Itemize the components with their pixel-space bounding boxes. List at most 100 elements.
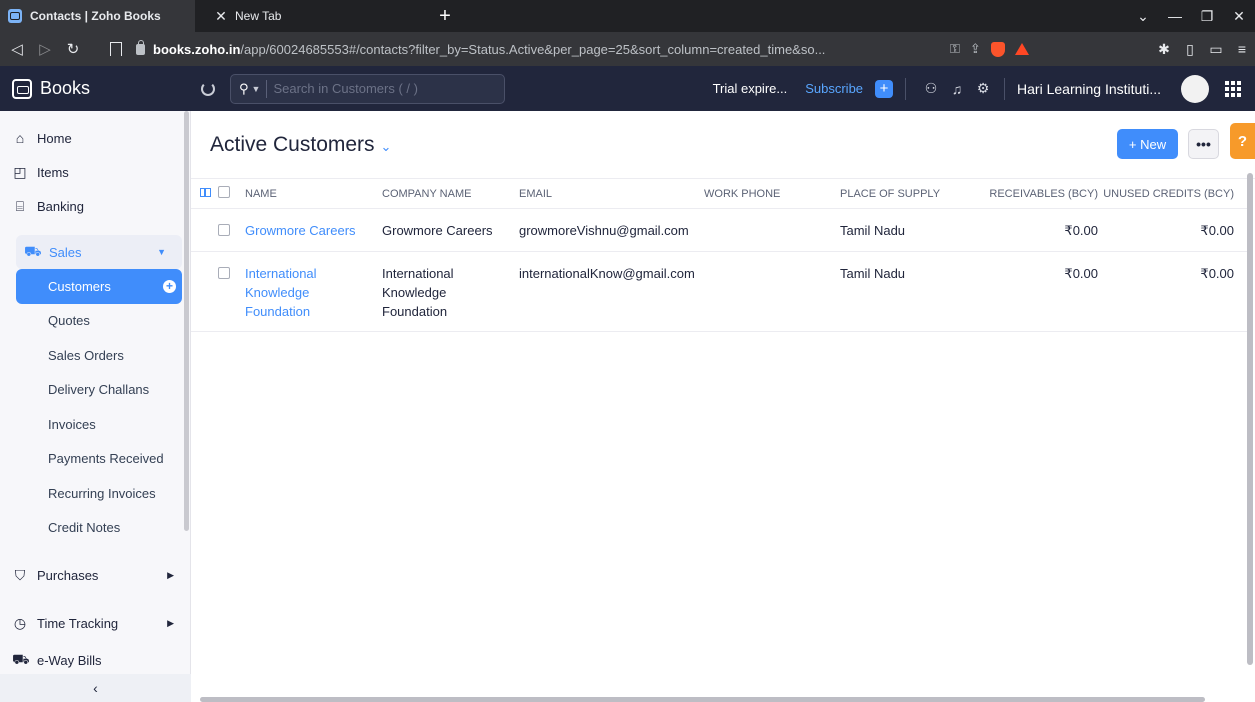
view-switcher-chevron-icon[interactable]: ⌄ bbox=[381, 139, 392, 155]
brave-rewards-icon[interactable] bbox=[1014, 43, 1029, 55]
tab-search-chevron-icon[interactable]: ⌄ bbox=[1127, 8, 1159, 25]
sidebar-item-quotes[interactable]: Quotes bbox=[0, 304, 190, 339]
column-header-company[interactable]: COMPANY NAME bbox=[382, 188, 519, 200]
column-settings-cell bbox=[191, 187, 218, 200]
column-header-name[interactable]: NAME bbox=[245, 188, 382, 200]
help-button[interactable]: ? bbox=[1230, 123, 1255, 159]
table-row[interactable]: International Knowledge Foundation Inter… bbox=[191, 252, 1247, 332]
avatar[interactable] bbox=[1181, 74, 1209, 103]
column-header-work-phone[interactable]: WORK PHONE bbox=[704, 188, 840, 200]
browser-toolbar: ◁ ▷ ↻ books.zoho.in /app/60024685553#/co… bbox=[0, 32, 1255, 66]
row-checkbox[interactable] bbox=[218, 267, 230, 279]
new-customer-button[interactable]: + New bbox=[1117, 129, 1178, 159]
sidebar-item-label: Home bbox=[37, 130, 72, 146]
extensions-icon[interactable]: ✱ bbox=[1151, 41, 1177, 58]
brave-shields-icon[interactable] bbox=[990, 41, 1005, 57]
clock-icon: ◷ bbox=[13, 614, 27, 631]
sidebar-item-banking[interactable]: ⌸ Banking bbox=[0, 189, 190, 223]
tab-title: Contacts | Zoho Books bbox=[30, 9, 161, 23]
row-checkbox[interactable] bbox=[218, 224, 230, 236]
column-header-place-of-supply[interactable]: PLACE OF SUPPLY bbox=[840, 188, 977, 200]
customer-name-link[interactable]: Growmore Careers bbox=[245, 221, 382, 240]
sidebar-item-time-tracking[interactable]: ◷ Time Tracking ▶ bbox=[0, 603, 190, 643]
sidebar-item-sales-orders[interactable]: Sales Orders bbox=[0, 338, 190, 373]
search-icon[interactable]: ⚲ bbox=[239, 81, 249, 97]
collapse-sidebar-button[interactable]: ‹ bbox=[0, 674, 191, 702]
add-customer-icon[interactable]: + bbox=[163, 279, 176, 293]
select-all-cell bbox=[218, 186, 245, 201]
sidebar-item-sales[interactable]: ⛟ Sales ▼ bbox=[16, 235, 182, 269]
address-bar[interactable]: books.zoho.in /app/60024685553#/contacts… bbox=[136, 36, 940, 62]
bookmark-icon[interactable] bbox=[110, 42, 122, 56]
column-header-email[interactable]: EMAIL bbox=[519, 188, 704, 200]
company-name: Growmore Careers bbox=[382, 223, 493, 238]
app-header: Books ⚲ ▼ Trial expire... Subscribe + ⚇ … bbox=[0, 66, 1255, 111]
column-header-receivables[interactable]: RECEIVABLES (BCY) bbox=[977, 188, 1098, 200]
sidebar-item-items[interactable]: ◰ Items bbox=[0, 155, 190, 189]
more-options-button[interactable]: ••• bbox=[1188, 129, 1219, 159]
sidebar-item-label: Purchases bbox=[37, 567, 99, 583]
sidebar-item-recurring-invoices[interactable]: Recurring Invoices bbox=[0, 476, 190, 511]
new-tab-button[interactable]: + bbox=[430, 0, 460, 32]
sidebar-item-invoices[interactable]: Invoices bbox=[0, 407, 190, 442]
close-tab-icon[interactable]: ✕ bbox=[207, 8, 235, 25]
app-grid-icon[interactable] bbox=[1225, 80, 1241, 97]
browser-tab-contacts[interactable]: Contacts | Zoho Books bbox=[0, 0, 195, 32]
search-box[interactable]: ⚲ ▼ bbox=[230, 73, 505, 104]
receivables: ₹0.00 bbox=[1064, 266, 1098, 281]
wallet-icon[interactable]: ▭ bbox=[1203, 41, 1229, 58]
quick-create-icon[interactable]: + bbox=[875, 79, 894, 98]
brand-logo[interactable]: Books bbox=[0, 78, 191, 99]
sidebar-item-label: Items bbox=[37, 164, 69, 180]
sidebar-item-payments-received[interactable]: Payments Received bbox=[0, 442, 190, 477]
chevron-down-icon[interactable]: ▼ bbox=[252, 84, 261, 94]
table-header: NAME COMPANY NAME EMAIL WORK PHONE PLACE… bbox=[191, 179, 1247, 209]
sidebar-item-label: Customers bbox=[48, 278, 111, 294]
sidebar-item-home[interactable]: ⌂ Home bbox=[0, 121, 190, 155]
truck-icon: ⛟ bbox=[12, 650, 30, 667]
search-input[interactable] bbox=[273, 81, 474, 96]
column-settings-icon[interactable] bbox=[200, 187, 211, 197]
page-title[interactable]: Active Customers bbox=[210, 133, 375, 157]
close-window-icon[interactable]: ✕ bbox=[1223, 8, 1255, 25]
recent-activity-icon[interactable] bbox=[201, 81, 215, 96]
home-icon: ⌂ bbox=[15, 130, 25, 146]
page-header: Active Customers ⌄ + New ••• ? bbox=[191, 111, 1255, 179]
reload-icon[interactable]: ↻ bbox=[62, 40, 84, 58]
sidebar-item-label: Sales bbox=[49, 244, 82, 260]
back-icon[interactable]: ◁ bbox=[6, 40, 28, 58]
users-icon[interactable]: ⚇ bbox=[918, 80, 944, 97]
minimize-icon[interactable]: — bbox=[1159, 8, 1191, 24]
receivables: ₹0.00 bbox=[1064, 223, 1098, 238]
sidebar-item-purchases[interactable]: ⛉ Purchases ▶ bbox=[0, 555, 190, 595]
restore-icon[interactable]: ❐ bbox=[1191, 8, 1223, 25]
main-horizontal-scrollbar[interactable] bbox=[200, 697, 1205, 702]
sidebar-toggle-icon[interactable]: ▯ bbox=[1177, 41, 1203, 58]
customer-name-link[interactable]: International Knowledge Foundation bbox=[245, 264, 382, 321]
brand-name: Books bbox=[40, 78, 91, 98]
gear-icon[interactable]: ⚙ bbox=[970, 80, 996, 97]
forward-icon[interactable]: ▷ bbox=[34, 40, 56, 58]
browser-tab-new-tab[interactable]: ✕ New Tab bbox=[195, 0, 430, 32]
sidebar-item-credit-notes[interactable]: Credit Notes bbox=[0, 511, 190, 546]
key-icon[interactable]: ⚿ bbox=[950, 41, 960, 57]
sidebar-item-delivery-challans[interactable]: Delivery Challans bbox=[0, 373, 190, 408]
email: growmoreVishnu@gmail.com bbox=[519, 223, 689, 238]
bell-icon[interactable]: ♫ bbox=[944, 81, 970, 97]
select-all-checkbox[interactable] bbox=[218, 186, 230, 198]
cart-icon: ⛟ bbox=[24, 242, 42, 259]
share-icon[interactable]: ⇪ bbox=[970, 41, 981, 57]
url-path: /app/60024685553#/contacts?filter_by=Sta… bbox=[240, 41, 826, 57]
sidebar-item-customers[interactable]: Customers + bbox=[16, 269, 182, 304]
menu-icon[interactable]: ≡ bbox=[1229, 41, 1255, 57]
column-header-unused-credits[interactable]: UNUSED CREDITS (BCY) bbox=[1098, 188, 1234, 200]
sidebar-scrollbar[interactable] bbox=[184, 111, 189, 531]
sidebar-item-eway-bills[interactable]: ⛟ e-Way Bills bbox=[0, 643, 190, 677]
subscribe-link[interactable]: Subscribe bbox=[805, 81, 863, 96]
items-icon: ◰ bbox=[13, 163, 27, 180]
organization-switcher[interactable]: Hari Learning Instituti... bbox=[1017, 81, 1161, 97]
sidebar: ⌂ Home ◰ Items ⌸ Banking ⛟ Sales ▼ Custo… bbox=[0, 111, 191, 702]
main-vertical-scrollbar[interactable] bbox=[1247, 173, 1253, 665]
table-row[interactable]: Growmore Careers Growmore Careers growmo… bbox=[191, 209, 1247, 252]
company-name: International Knowledge Foundation bbox=[382, 266, 454, 319]
